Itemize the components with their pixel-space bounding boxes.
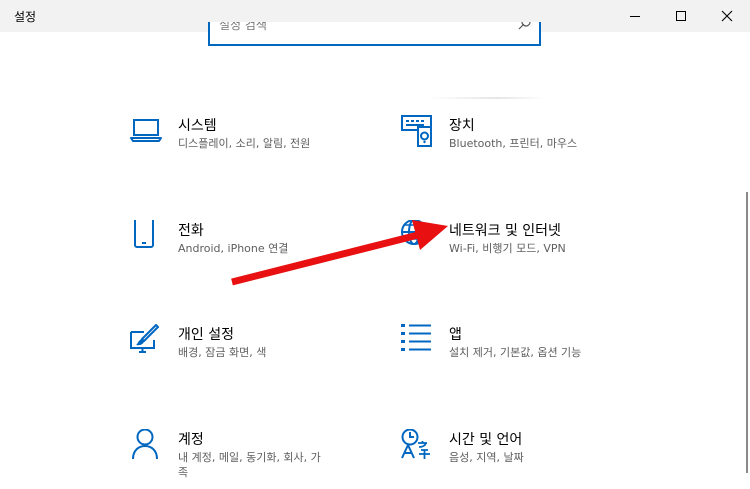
close-icon [721,10,733,22]
window-title: 설정 [14,10,37,24]
tile-description: Android, iPhone 연결 [178,242,289,255]
minimize-icon [630,16,640,17]
tile-title: 시스템 [178,118,217,134]
personalization-icon [130,324,159,353]
phone-icon [134,220,154,248]
apps-list-icon [401,324,431,351]
settings-tile-time-language[interactable]: 시간 및 언어 음성, 지역, 날짜 [401,429,631,489]
maximize-icon [676,11,686,21]
divider [426,97,546,99]
settings-tile-apps[interactable]: 앱 설치 제거, 기본값, 옵션 기능 [401,324,631,384]
tile-description: Bluetooth, 프린터, 마우스 [449,137,578,150]
settings-tile-devices[interactable]: 장치 Bluetooth, 프린터, 마우스 [401,115,631,175]
annotation-arrow [231,220,448,286]
maximize-button[interactable] [658,0,704,32]
tile-title: 전화 [178,223,204,239]
tile-description: 배경, 잠금 화면, 색 [178,346,267,359]
settings-tile-network[interactable]: 네트워크 및 인터넷 Wi-Fi, 비행기 모드, VPN [401,220,631,280]
tile-title: 계정 [178,432,204,448]
minimize-button[interactable] [612,0,658,32]
settings-tile-phone[interactable]: 전화 Android, iPhone 연결 [130,220,360,280]
tile-description: 음성, 지역, 날짜 [449,451,524,464]
search-input[interactable]: 설정 검색 [208,22,541,46]
tile-description: 디스플레이, 소리, 알림, 전원 [178,137,311,150]
settings-tile-accounts[interactable]: 계정 내 계정, 메일, 동기화, 회사, 가 족 [130,429,360,489]
tile-title: 시간 및 언어 [449,432,523,448]
devices-icon [401,115,432,147]
tile-description: 내 계정, 메일, 동기화, 회사, 가 족 [178,451,321,479]
globe-icon [401,220,427,245]
tile-title: 네트워크 및 인터넷 [449,223,561,239]
scrollbar[interactable] [746,192,748,473]
person-icon [132,429,158,460]
laptop-icon [130,119,162,142]
time-language-icon [401,429,430,459]
settings-tile-system[interactable]: 시스템 디스플레이, 소리, 알림, 전원 [130,115,360,175]
tile-title: 장치 [449,118,475,134]
tile-title: 앱 [449,327,462,343]
search-icon [518,22,531,30]
tile-description: Wi-Fi, 비행기 모드, VPN [449,242,566,255]
settings-tile-personalization[interactable]: 개인 설정 배경, 잠금 화면, 색 [130,324,360,384]
tile-description: 설치 제거, 기본값, 옵션 기능 [449,346,582,359]
tile-title: 개인 설정 [178,327,234,343]
close-button[interactable] [704,0,750,32]
search-placeholder: 설정 검색 [219,22,267,32]
